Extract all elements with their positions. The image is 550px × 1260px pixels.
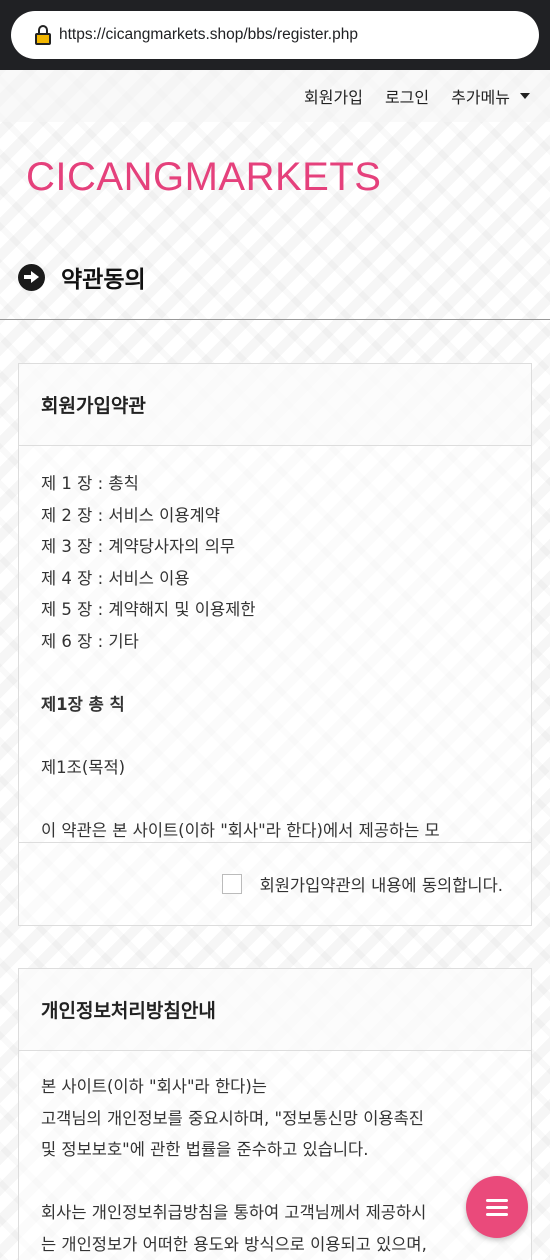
divider (0, 319, 550, 320)
terms-agree-label[interactable]: 회원가입약관의 내용에 동의합니다. (260, 872, 503, 896)
privacy-panel-header: 개인정보처리방침안내 (19, 969, 531, 1051)
browser-toolbar: https://cicangmarkets.shop/bbs/register.… (0, 0, 550, 70)
terms-section-heading: 제1장 총 칙 (41, 694, 125, 714)
privacy-line: 는 개인정보가 어떠한 용도와 방식으로 이용되고 있으며, (41, 1234, 427, 1254)
terms-chapter: 제 6 장 : 기타 (41, 631, 139, 651)
terms-agree-row: 회원가입약관의 내용에 동의합니다. (19, 842, 531, 925)
privacy-line: 회사는 개인정보취급방침을 통하여 고객님께서 제공하시 (41, 1203, 427, 1222)
terms-chapter: 제 3 장 : 계약당사자의 의무 (41, 537, 236, 556)
terms-chapter: 제 4 장 : 서비스 이용 (41, 568, 190, 588)
terms-scroll-box[interactable]: 제 1 장 : 총칙 제 2 장 : 서비스 이용계약 제 3 장 : 계약당사… (19, 446, 531, 842)
terms-article-text: 이 약관은 본 사이트(이하 "회사"라 한다)에서 제공하는 모 (41, 820, 440, 840)
terms-chapter: 제 2 장 : 서비스 이용계약 (41, 505, 220, 525)
terms-article-title: 제1조(목적) (41, 757, 126, 777)
arrow-right-circle-icon (18, 263, 45, 291)
privacy-title: 개인정보처리방침안내 (41, 1000, 216, 1022)
terms-panel-header: 회원가입약관 (19, 364, 531, 446)
nav-more-menu[interactable]: 추가메뉴 (451, 84, 530, 108)
site-logo[interactable]: CICANGMARKETS (26, 155, 381, 200)
hamburger-menu-icon (486, 1198, 508, 1216)
privacy-panel: 개인정보처리방침안내 본 사이트(이하 "회사"라 한다)는 고객님의 개인정보… (18, 968, 532, 1260)
floating-menu-button[interactable] (466, 1176, 528, 1238)
page-title-row: 약관동의 (18, 257, 146, 297)
nav-register-link[interactable]: 회원가입 (304, 84, 363, 108)
terms-title: 회원가입약관 (41, 395, 146, 417)
nav-more-label: 추가메뉴 (451, 88, 510, 107)
page-title: 약관동의 (61, 267, 146, 293)
nav-login-link[interactable]: 로그인 (385, 84, 429, 108)
caret-down-icon (520, 93, 530, 99)
terms-agree-checkbox[interactable] (221, 874, 242, 894)
terms-panel: 회원가입약관 제 1 장 : 총칙 제 2 장 : 서비스 이용계약 제 3 장… (18, 363, 532, 926)
terms-chapter: 제 5 장 : 계약해지 및 이용제한 (41, 600, 256, 619)
privacy-line: 고객님의 개인정보를 중요시하며, "정보통신망 이용촉진 (41, 1108, 424, 1128)
address-bar[interactable]: https://cicangmarkets.shop/bbs/register.… (11, 11, 539, 59)
privacy-scroll-box[interactable]: 본 사이트(이하 "회사"라 한다)는 고객님의 개인정보를 중요시하며, "정… (19, 1051, 531, 1260)
terms-chapter: 제 1 장 : 총칙 (41, 474, 139, 493)
privacy-line: 및 정보보호"에 관한 법률을 준수하고 있습니다. (41, 1140, 369, 1159)
privacy-line: 본 사이트(이하 "회사"라 한다)는 (41, 1077, 267, 1096)
url-text[interactable]: https://cicangmarkets.shop/bbs/register.… (59, 26, 358, 44)
top-nav: 회원가입 로그인 추가메뉴 (0, 70, 550, 122)
lock-icon (35, 25, 51, 45)
